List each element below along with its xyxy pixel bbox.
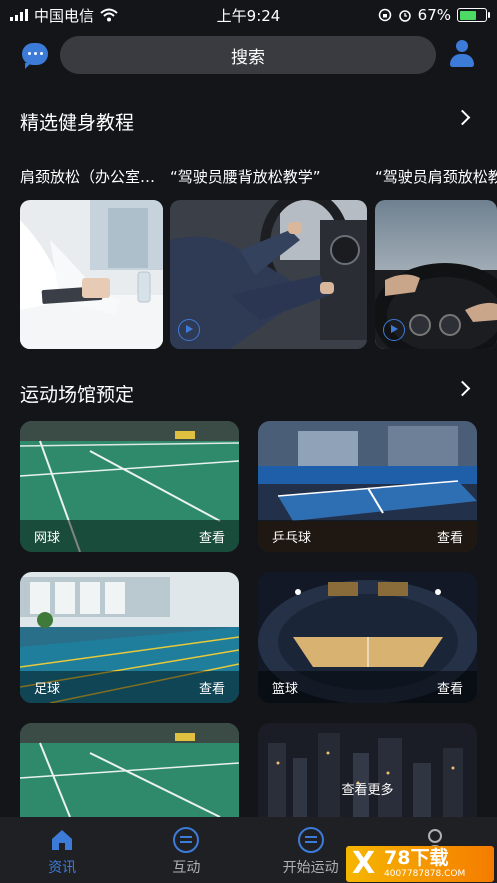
chat-circle-icon [173, 827, 200, 853]
venue-name: 乒乓球 [272, 530, 312, 546]
course-thumbnail-office[interactable] [20, 200, 163, 349]
venue-name: 篮球 [272, 681, 299, 697]
venue-card-partial[interactable] [20, 723, 239, 817]
carrier-label: 中国电信 [34, 6, 95, 25]
battery-percent: 67% [417, 6, 451, 24]
venue-name: 网球 [34, 530, 61, 546]
top-bar: 搜索 [0, 34, 497, 78]
user-profile-icon[interactable] [449, 40, 475, 68]
nav-item-news[interactable]: 资讯 [0, 817, 124, 883]
view-link[interactable]: 查看 [199, 527, 225, 546]
nav-item-interact[interactable]: 互动 [124, 817, 248, 883]
nav-label: 互动 [172, 860, 201, 876]
venues-chevron-right-icon[interactable] [454, 380, 471, 397]
status-time: 上午9:24 [216, 6, 281, 25]
course-title[interactable]: 肩颈放松（办公室… [20, 166, 163, 187]
home-icon [52, 830, 73, 850]
venue-overlay: 网球 查看 [20, 520, 239, 552]
status-bar: 中国电信 上午9:24 67% [0, 0, 497, 30]
nav-label: 资讯 [48, 860, 77, 876]
venue-card-pool[interactable]: 足球 查看 [20, 572, 239, 703]
status-right: 67% [378, 6, 490, 24]
nav-label: 开始运动 [282, 860, 339, 876]
view-link[interactable]: 查看 [437, 527, 463, 546]
chat-bubble-icon[interactable] [22, 43, 48, 69]
featured-chevron-right-icon[interactable] [454, 109, 471, 126]
wifi-icon [100, 8, 118, 22]
battery-icon [457, 8, 490, 22]
search-label: 搜索 [231, 47, 265, 68]
venue-card-tennis[interactable]: 网球 查看 [20, 421, 239, 552]
watermark-x: X [352, 846, 376, 881]
view-link[interactable]: 查看 [437, 678, 463, 697]
status-left: 中国电信 [10, 5, 118, 26]
course-title[interactable]: “驾驶员腰背放松教学” [170, 166, 356, 187]
play-icon[interactable] [178, 319, 200, 341]
search-input[interactable]: 搜索 [60, 36, 436, 74]
watermark-url: 4007787878.COM [384, 869, 466, 879]
venue-card-pingpong[interactable]: 乒乓球 查看 [258, 421, 477, 552]
venues-section-title: 运动场馆预定 [20, 384, 135, 406]
course-thumbnail-driver[interactable] [170, 200, 367, 349]
venue-overlay: 足球 查看 [20, 671, 239, 703]
venue-name: 足球 [34, 681, 61, 697]
featured-section-title: 精选健身教程 [20, 112, 135, 134]
alarm-icon [398, 10, 411, 22]
view-link[interactable]: 查看 [199, 678, 225, 697]
course-thumbnail-steering[interactable] [375, 200, 497, 349]
watermark-logo: X 78下载 4007787878.COM [346, 846, 494, 882]
rotation-lock-icon [378, 8, 391, 22]
venue-overlay: 乒乓球 查看 [258, 520, 477, 552]
venue-overlay: 篮球 查看 [258, 671, 477, 703]
workout-circle-icon [297, 827, 324, 853]
play-icon[interactable] [383, 319, 405, 341]
venue-card-basketball[interactable]: 篮球 查看 [258, 572, 477, 703]
view-more-card[interactable]: 查看更多 [258, 723, 477, 817]
cell-signal-icon [10, 9, 28, 21]
view-more-label[interactable]: 查看更多 [258, 779, 477, 798]
course-title[interactable]: “驾驶员肩颈放松教 [375, 166, 497, 187]
watermark-main: 78下载 [384, 847, 449, 869]
